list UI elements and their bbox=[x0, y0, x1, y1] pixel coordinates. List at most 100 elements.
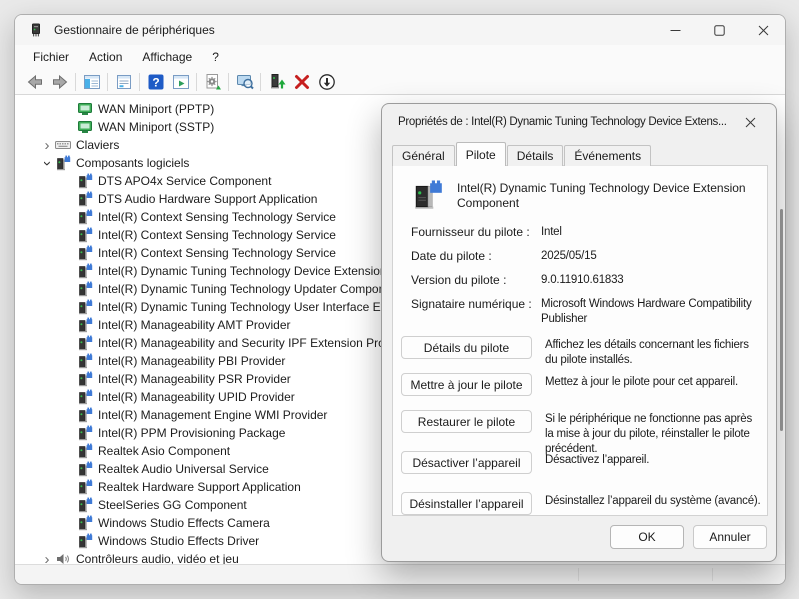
status-bar bbox=[15, 564, 785, 584]
tree-chevron-icon[interactable] bbox=[61, 245, 77, 261]
menu-affichage[interactable]: Affichage bbox=[132, 47, 202, 67]
tree-chevron-icon[interactable] bbox=[61, 461, 77, 477]
software-component-icon bbox=[77, 227, 93, 243]
tree-item-label: Intel(R) Manageability AMT Provider bbox=[97, 318, 291, 332]
tree-chevron-icon[interactable] bbox=[61, 101, 77, 117]
toolbar-back-button[interactable] bbox=[22, 71, 47, 93]
toolbar-separator bbox=[107, 73, 108, 91]
tree-chevron-icon[interactable] bbox=[61, 389, 77, 405]
software-component-icon bbox=[77, 407, 93, 423]
tree-chevron-icon[interactable] bbox=[61, 533, 77, 549]
tree-item-label: Intel(R) Manageability PBI Provider bbox=[97, 354, 285, 368]
toolbar-console-tree-button[interactable] bbox=[79, 71, 104, 93]
tree-chevron-icon[interactable] bbox=[61, 515, 77, 531]
toolbar-search-computer-button[interactable] bbox=[232, 71, 257, 93]
tree-chevron-icon[interactable] bbox=[61, 335, 77, 351]
toolbar-scan-hardware-button[interactable] bbox=[200, 71, 225, 93]
driver-field-row: Date du pilote : 2025/05/15 bbox=[411, 249, 767, 264]
software-component-icon bbox=[77, 299, 93, 315]
tree-chevron-icon[interactable] bbox=[61, 443, 77, 459]
maximize-button[interactable] bbox=[697, 15, 741, 45]
driver-details-button[interactable]: Détails du pilote bbox=[401, 336, 532, 359]
tab-pilote[interactable]: Pilote bbox=[456, 142, 506, 166]
update-driver-button[interactable]: Mettre à jour le pilote bbox=[401, 373, 532, 396]
tree-chevron-icon[interactable] bbox=[39, 155, 55, 171]
tree-chevron-icon[interactable] bbox=[61, 263, 77, 279]
tab-details[interactable]: Détails bbox=[507, 145, 564, 166]
tree-chevron-icon[interactable] bbox=[61, 407, 77, 423]
disable-device-icon bbox=[317, 72, 337, 92]
cancel-button[interactable]: Annuler bbox=[693, 525, 767, 549]
tree-chevron-icon[interactable] bbox=[61, 371, 77, 387]
tree-item-label: DTS APO4x Service Component bbox=[97, 174, 271, 188]
update-driver-icon bbox=[267, 72, 287, 92]
scan-hardware-changes-icon bbox=[203, 72, 223, 92]
tree-chevron-icon[interactable] bbox=[61, 227, 77, 243]
tree-item-label: Realtek Hardware Support Application bbox=[97, 480, 301, 494]
dialog-close-button[interactable] bbox=[732, 108, 768, 136]
roll-back-driver-button[interactable]: Restaurer le pilote bbox=[401, 410, 532, 433]
disable-device-button[interactable]: Désactiver l’appareil bbox=[401, 451, 532, 474]
software-component-icon bbox=[77, 353, 93, 369]
tree-item-label: SteelSeries GG Component bbox=[97, 498, 247, 512]
desktop: Gestionnaire de périphériques Fichier Ac… bbox=[0, 0, 799, 599]
toolbar-uninstall-button[interactable] bbox=[289, 71, 314, 93]
tree-item-label: Claviers bbox=[75, 138, 119, 152]
toolbar-disable-button[interactable] bbox=[314, 71, 339, 93]
tree-chevron-icon[interactable] bbox=[61, 425, 77, 441]
toolbar-forward-button[interactable] bbox=[47, 71, 72, 93]
toolbar-properties-button[interactable] bbox=[111, 71, 136, 93]
driver-field-value: Microsoft Windows Hardware Compatibility… bbox=[541, 297, 767, 327]
menu-action[interactable]: Action bbox=[79, 47, 132, 67]
tree-chevron-icon[interactable] bbox=[61, 119, 77, 135]
driver-actions: Détails du pilote Affichez les détails c… bbox=[401, 336, 767, 516]
software-component-icon bbox=[77, 335, 93, 351]
tree-item-label: Intel(R) Context Sensing Technology Serv… bbox=[97, 210, 336, 224]
menu-fichier[interactable]: Fichier bbox=[23, 47, 79, 67]
device-name: Intel(R) Dynamic Tuning Technology Devic… bbox=[457, 179, 749, 213]
dialog-footer: OK Annuler bbox=[610, 525, 767, 549]
tab-general[interactable]: Général bbox=[392, 145, 455, 166]
menu-help[interactable]: ? bbox=[202, 47, 229, 67]
toolbar-update-driver-button[interactable] bbox=[264, 71, 289, 93]
tree-chevron-icon[interactable] bbox=[61, 173, 77, 189]
dialog-tabs: Général Pilote Détails Événements bbox=[392, 142, 652, 166]
close-button[interactable] bbox=[741, 15, 785, 45]
software-component-icon bbox=[77, 371, 93, 387]
software-component-icon bbox=[77, 209, 93, 225]
minimize-button[interactable] bbox=[653, 15, 697, 45]
close-icon bbox=[758, 25, 769, 36]
software-component-icon bbox=[55, 155, 71, 171]
uninstall-device-button[interactable]: Désinstaller l’appareil bbox=[401, 492, 532, 515]
toolbar-separator bbox=[196, 73, 197, 91]
tree-item-label: WAN Miniport (SSTP) bbox=[97, 120, 214, 134]
ok-button[interactable]: OK bbox=[610, 525, 684, 549]
tree-chevron-icon[interactable] bbox=[61, 479, 77, 495]
title-bar[interactable]: Gestionnaire de périphériques bbox=[15, 15, 785, 45]
software-component-icon bbox=[77, 443, 93, 459]
software-component-icon bbox=[77, 317, 93, 333]
toolbar-help-button[interactable]: ? bbox=[143, 71, 168, 93]
tree-scrollbar[interactable] bbox=[780, 209, 783, 431]
tree-chevron-icon[interactable] bbox=[61, 353, 77, 369]
tree-chevron-icon[interactable] bbox=[61, 209, 77, 225]
device-manager-icon bbox=[28, 22, 44, 38]
tree-item-label: Intel(R) Context Sensing Technology Serv… bbox=[97, 246, 336, 260]
software-component-icon bbox=[77, 533, 93, 549]
dialog-title-bar[interactable]: Propriétés de : Intel(R) Dynamic Tuning … bbox=[382, 104, 776, 140]
tree-chevron-icon[interactable] bbox=[61, 299, 77, 315]
tree-chevron-icon[interactable] bbox=[61, 191, 77, 207]
toolbar-action-pane-button[interactable] bbox=[168, 71, 193, 93]
tree-chevron-icon[interactable] bbox=[61, 497, 77, 513]
software-component-icon bbox=[77, 461, 93, 477]
tree-item-label: Realtek Audio Universal Service bbox=[97, 462, 269, 476]
tree-chevron-icon[interactable] bbox=[39, 137, 55, 153]
tree-chevron-icon[interactable] bbox=[39, 551, 55, 564]
action-pane-icon bbox=[171, 72, 191, 92]
tree-chevron-icon[interactable] bbox=[61, 317, 77, 333]
driver-action-description: Désinstallez l’appareil du système (avan… bbox=[545, 492, 763, 509]
tree-chevron-icon[interactable] bbox=[61, 281, 77, 297]
properties-window-icon bbox=[114, 72, 134, 92]
tab-evenements[interactable]: Événements bbox=[564, 145, 651, 166]
network-adapter-icon bbox=[77, 119, 93, 135]
